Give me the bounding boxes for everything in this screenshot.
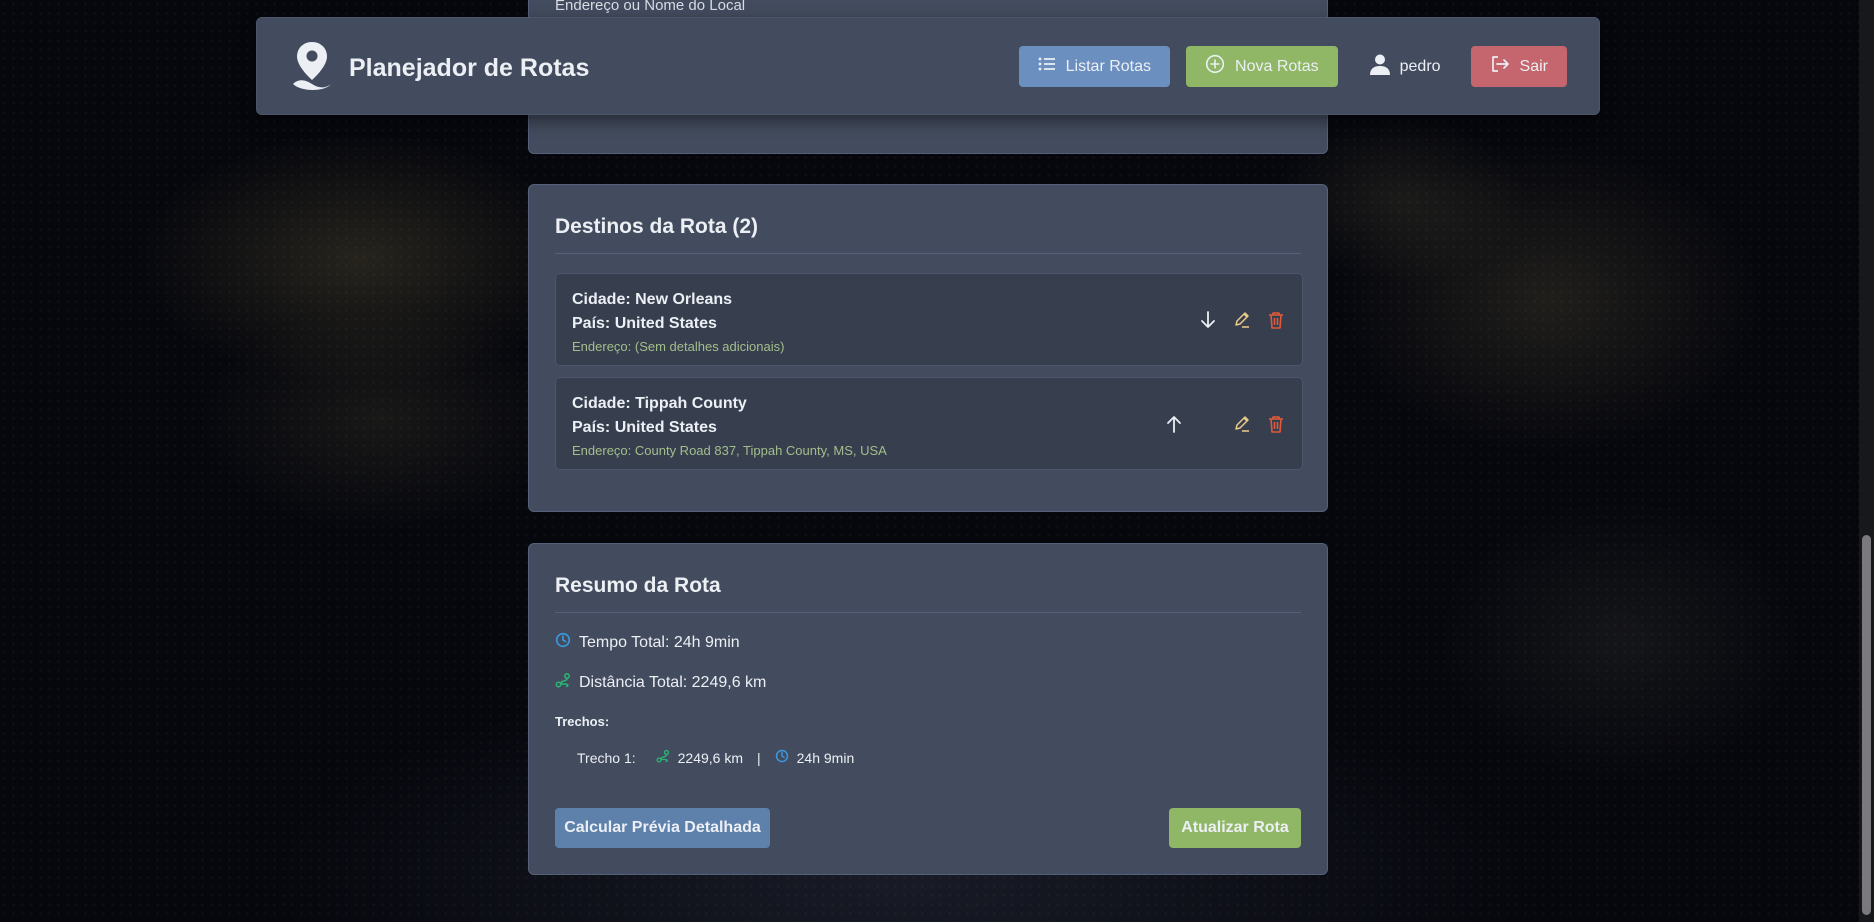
logout-label: Sair bbox=[1519, 57, 1548, 75]
segment-separator: | bbox=[757, 749, 761, 766]
destination-city: Cidade: New Orleans bbox=[572, 291, 733, 308]
header-nav: Listar Rotas Nova Rotas pedro Sair bbox=[1018, 46, 1567, 87]
total-time-row: Tempo Total: 24h 9min bbox=[555, 632, 740, 653]
brand: Planejador de Rotas bbox=[289, 40, 589, 97]
logout-button[interactable]: Sair bbox=[1470, 46, 1567, 87]
edit-icon[interactable] bbox=[1232, 310, 1252, 330]
total-distance: Distância Total: 2249,6 km bbox=[579, 673, 767, 691]
calculate-preview-button[interactable]: Calcular Prévia Detalhada bbox=[555, 808, 770, 848]
destinations-title: Destinos da Rota (2) bbox=[555, 215, 1301, 254]
clock-icon bbox=[555, 632, 571, 653]
map-pin-icon bbox=[289, 40, 335, 97]
list-icon bbox=[1038, 57, 1056, 76]
segments-label: Trechos: bbox=[555, 714, 610, 729]
destination-item: Cidade: New Orleans País: United States … bbox=[555, 273, 1303, 366]
route-icon bbox=[555, 672, 571, 693]
delete-icon[interactable] bbox=[1266, 310, 1286, 330]
app-title: Planejador de Rotas bbox=[349, 54, 590, 82]
list-routes-button[interactable]: Listar Rotas bbox=[1018, 46, 1171, 87]
update-route-button[interactable]: Atualizar Rota bbox=[1169, 808, 1301, 848]
user-icon bbox=[1368, 52, 1392, 81]
route-icon bbox=[656, 749, 670, 766]
new-route-label: Nova Rotas bbox=[1235, 57, 1319, 75]
total-time: Tempo Total: 24h 9min bbox=[579, 633, 740, 651]
arrow-down-icon[interactable] bbox=[1198, 310, 1218, 330]
route-summary-card: Resumo da Rota Tempo Total: 24h 9min Dis… bbox=[528, 543, 1328, 875]
destination-country: País: United States bbox=[572, 315, 717, 332]
summary-title: Resumo da Rota bbox=[555, 574, 1301, 613]
logout-icon bbox=[1490, 55, 1510, 78]
delete-icon[interactable] bbox=[1266, 414, 1286, 434]
clock-icon bbox=[775, 749, 789, 766]
destination-address: Endereço: (Sem detalhes adicionais) bbox=[572, 339, 785, 354]
destination-item: Cidade: Tippah County País: United State… bbox=[555, 377, 1303, 470]
app-header: Planejador de Rotas Listar Rotas Nova Ro… bbox=[256, 17, 1600, 115]
plus-circle-icon bbox=[1205, 54, 1225, 79]
total-distance-row: Distância Total: 2249,6 km bbox=[555, 672, 766, 693]
page-scrollbar[interactable] bbox=[1859, 0, 1874, 922]
segment-row: Trecho 1: 2249,6 km | 24h 9min bbox=[577, 749, 854, 766]
address-field-label: Endereço ou Nome do Local bbox=[555, 0, 746, 14]
edit-icon[interactable] bbox=[1232, 414, 1252, 434]
route-destinations-card: Destinos da Rota (2) Cidade: New Orleans… bbox=[528, 184, 1328, 512]
new-route-button[interactable]: Nova Rotas bbox=[1186, 46, 1338, 87]
segment-distance: 2249,6 km bbox=[677, 749, 743, 766]
scrollbar-thumb[interactable] bbox=[1862, 535, 1871, 915]
segment-label: Trecho 1: bbox=[577, 749, 636, 766]
arrow-up-icon[interactable] bbox=[1164, 414, 1184, 434]
segment-time: 24h 9min bbox=[796, 749, 855, 766]
user-name: pedro bbox=[1399, 57, 1441, 75]
list-routes-label: Listar Rotas bbox=[1065, 57, 1152, 75]
user-menu[interactable]: pedro bbox=[1354, 52, 1455, 81]
